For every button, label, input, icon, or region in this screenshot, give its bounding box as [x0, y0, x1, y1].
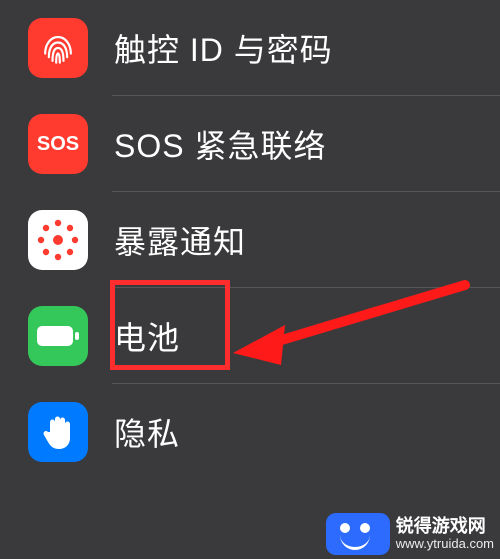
- row-label: 暴露通知: [114, 217, 246, 263]
- settings-row-battery[interactable]: 电池: [0, 288, 500, 384]
- watermark-logo-icon: [326, 513, 390, 555]
- exposure-icon: [28, 210, 88, 270]
- sos-icon: SOS: [28, 114, 88, 174]
- settings-list: 触控 ID 与密码 SOS SOS 紧急联络 暴露通知: [0, 0, 500, 480]
- row-label: 隐私: [114, 409, 180, 455]
- watermark-url: www.ytruida.com: [396, 537, 494, 551]
- hand-icon: [28, 402, 88, 462]
- settings-row-exposure[interactable]: 暴露通知: [0, 192, 500, 288]
- fingerprint-icon: [28, 18, 88, 78]
- row-label: 触控 ID 与密码: [114, 25, 333, 71]
- settings-row-sos[interactable]: SOS SOS 紧急联络: [0, 96, 500, 192]
- settings-row-touchid[interactable]: 触控 ID 与密码: [0, 0, 500, 96]
- row-label: SOS 紧急联络: [114, 121, 326, 167]
- watermark: 锐得游戏网 www.ytruida.com: [326, 513, 494, 555]
- settings-row-privacy[interactable]: 隐私: [0, 384, 500, 480]
- battery-icon: [28, 306, 88, 366]
- row-label: 电池: [114, 313, 180, 359]
- watermark-title: 锐得游戏网: [396, 517, 486, 537]
